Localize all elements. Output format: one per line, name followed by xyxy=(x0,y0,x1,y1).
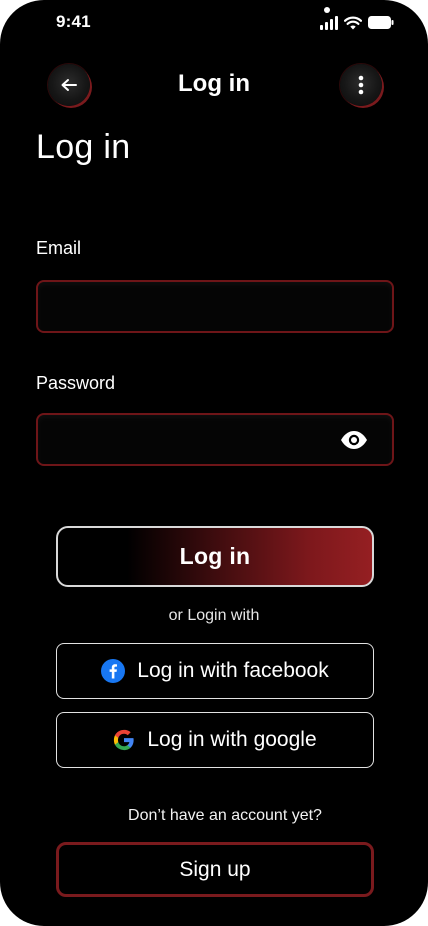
password-field-container xyxy=(36,413,394,466)
facebook-icon xyxy=(101,659,126,683)
login-button[interactable]: Log in xyxy=(56,526,374,587)
page-title: Log in xyxy=(36,128,131,166)
password-label: Password xyxy=(36,373,116,393)
more-vertical-icon xyxy=(358,75,364,95)
google-icon xyxy=(114,729,134,751)
phone-screen: 9:41 Log in Log in Email Password Log in… xyxy=(0,0,428,926)
email-field-container xyxy=(36,280,394,333)
facebook-login-button[interactable]: Log in with facebook xyxy=(56,643,374,699)
password-field[interactable] xyxy=(38,415,392,464)
battery-icon xyxy=(368,16,394,29)
more-options-button[interactable] xyxy=(340,64,382,106)
or-login-with-text: or Login with xyxy=(168,607,260,624)
google-login-button[interactable]: Log in with google xyxy=(56,712,374,768)
email-field[interactable] xyxy=(38,282,392,331)
wifi-icon xyxy=(344,16,362,29)
cellular-signal-icon xyxy=(320,15,338,30)
status-time: 9:41 xyxy=(56,12,91,31)
no-account-text: Don’t have an account yet? xyxy=(128,807,322,824)
camera-indicator-dot xyxy=(324,7,330,13)
google-login-label: Log in with google xyxy=(147,728,317,751)
eye-icon[interactable] xyxy=(340,430,368,450)
status-icons xyxy=(320,15,394,30)
signup-button[interactable]: Sign up xyxy=(56,842,374,897)
email-label: Email xyxy=(36,238,82,258)
facebook-login-label: Log in with facebook xyxy=(137,659,329,682)
